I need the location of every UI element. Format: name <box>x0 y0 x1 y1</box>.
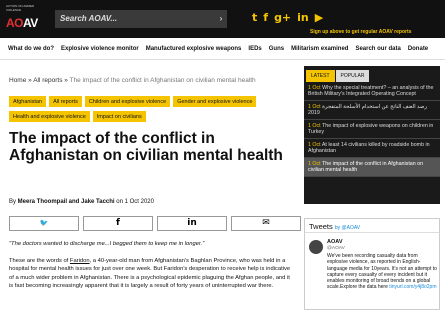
logo-tagline: ACTION ON ARMED VIOLENCE <box>6 4 35 12</box>
tab-latest[interactable]: LATEST <box>306 70 335 82</box>
tweets-by[interactable]: by @AOAV <box>335 225 360 231</box>
linkedin-icon: in <box>187 218 197 228</box>
avatar[interactable] <box>309 240 323 254</box>
faridon-link[interactable]: Faridon <box>70 258 90 264</box>
page-title: The impact of the conflict in Afghanista… <box>9 130 283 164</box>
tag-all-reports[interactable]: All reports <box>49 96 82 107</box>
youtube-icon[interactable]: ▶ <box>315 11 323 24</box>
tag-gender[interactable]: Gender and explosive violence <box>173 96 257 107</box>
tweet-author-handle[interactable]: @AOAV <box>327 246 345 251</box>
latest-panel: LATEST POPULAR 1 Oct Why the special tre… <box>304 66 440 204</box>
article-quote: "The doctors wanted to discharge me...I … <box>9 241 205 247</box>
share-buttons: 🐦 f in ✉ <box>9 216 301 231</box>
tag-children[interactable]: Children and explosive violence <box>84 96 171 107</box>
nav-item-donate[interactable]: Donate <box>408 46 428 52</box>
twitter-icon: 🐦 <box>39 219 49 227</box>
breadcrumb-all-reports[interactable]: All reports <box>33 77 62 84</box>
nav-item-search-our-data[interactable]: Search our data <box>355 46 400 52</box>
tag-list: Afghanistan All reports Children and exp… <box>9 96 289 122</box>
search-icon[interactable]: › <box>215 10 227 28</box>
list-item[interactable]: 1 Oct رصد العنف الناتج عن استخدام الأسلح… <box>304 101 440 120</box>
facebook-icon[interactable]: f <box>263 11 268 24</box>
list-item[interactable]: 1 Oct The impact of the conflict in Afgh… <box>304 158 440 177</box>
logo[interactable]: ACTION ON ARMED VIOLENCE AOAV <box>6 4 38 33</box>
tweet-author-name[interactable]: AOAV <box>327 239 342 245</box>
tag-afghanistan[interactable]: Afghanistan <box>9 96 47 107</box>
twitter-icon[interactable]: t <box>252 11 257 24</box>
tweets-title: Tweets <box>309 222 333 231</box>
tag-health[interactable]: Health and explosive violence <box>9 111 90 122</box>
publish-date: 1 Oct 2020 <box>124 199 154 205</box>
tag-impact-on-civilians[interactable]: Impact on civilians <box>92 111 146 122</box>
main-nav: What do we do? Explosive violence monito… <box>0 38 445 60</box>
breadcrumb-home[interactable]: Home <box>9 77 26 84</box>
nav-item-manufactured-explosive-weapons[interactable]: Manufactured explosive weapons <box>146 46 242 52</box>
tweets-header: Tweets by @AOAV <box>305 219 439 233</box>
signup-text[interactable]: Sign up above to get regular AOAV report… <box>310 29 411 35</box>
facebook-icon: f <box>116 218 120 228</box>
tweets-widget: Tweets by @AOAV AOAV @AOAV We've been re… <box>304 218 440 310</box>
search-input[interactable]: Search AOAV... <box>55 10 215 28</box>
tweet-link[interactable]: tinyurl.com/y4j8o2pm <box>389 284 436 290</box>
social-links: t f g+ in ▶ <box>252 11 323 24</box>
latest-tabs: LATEST POPULAR <box>304 66 440 82</box>
google-plus-icon[interactable]: g+ <box>274 11 291 24</box>
share-linkedin-button[interactable]: in <box>157 216 227 231</box>
nav-item-guns[interactable]: Guns <box>269 46 284 52</box>
tweet-text: We've been recording casualty data from … <box>327 253 437 291</box>
nav-item-militarism-examined[interactable]: Militarism examined <box>291 46 348 52</box>
nav-item-explosive-violence-monitor[interactable]: Explosive violence monitor <box>61 46 139 52</box>
article-body: These are the words of Faridon, a 40-yea… <box>9 258 291 290</box>
list-item[interactable]: 1 Oct At least 14 civilians killed by ro… <box>304 139 440 158</box>
top-bar: ACTION ON ARMED VIOLENCE AOAV Search AOA… <box>0 0 445 38</box>
logo-wordmark: AOAV <box>6 16 38 30</box>
breadcrumb-current: The impact of the conflict in Afghanista… <box>69 77 256 84</box>
email-icon: ✉ <box>262 218 270 228</box>
list-item[interactable]: 1 Oct Why the special treatment? – an an… <box>304 82 440 101</box>
linkedin-icon[interactable]: in <box>297 11 309 24</box>
byline: By Meera Thoompail and Jake Tacchi on 1 … <box>9 199 154 205</box>
breadcrumb: Home » All reports » The impact of the c… <box>9 77 256 84</box>
tab-popular[interactable]: POPULAR <box>335 70 370 82</box>
share-facebook-button[interactable]: f <box>83 216 153 231</box>
authors[interactable]: Meera Thoompail and Jake Tacchi <box>18 199 115 205</box>
nav-item-what-do-we-do[interactable]: What do we do? <box>8 46 54 52</box>
list-item[interactable]: 1 Oct The impact of explosive weapons on… <box>304 120 440 139</box>
share-twitter-button[interactable]: 🐦 <box>9 216 79 231</box>
nav-item-ieds[interactable]: IEDs <box>248 46 261 52</box>
share-email-button[interactable]: ✉ <box>231 216 301 231</box>
